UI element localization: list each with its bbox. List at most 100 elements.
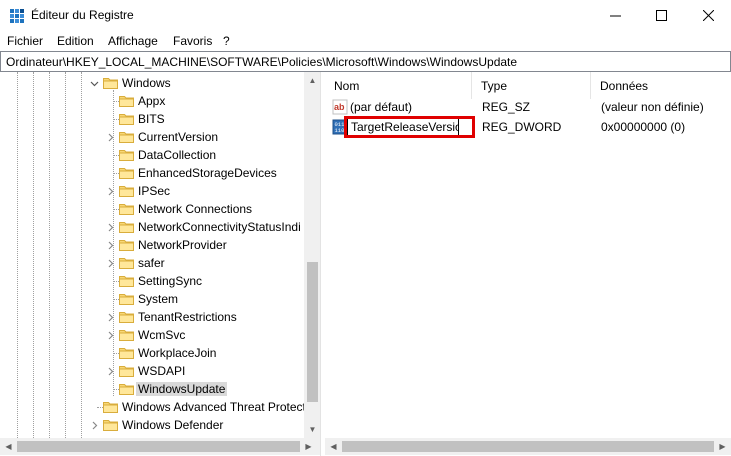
maximize-icon [655,10,667,21]
tree-item[interactable]: TenantRestrictions [0,308,304,326]
chevron-right-icon[interactable] [104,182,116,200]
tree-item-label: NetworkConnectivityStatusIndi [138,220,301,234]
registry-editor-icon [10,9,24,23]
chevron-right-icon[interactable] [104,128,116,146]
tree-item[interactable]: safer [0,254,304,272]
tree-item[interactable]: IPSec [0,182,304,200]
folder-icon [103,400,118,413]
menu-favoris[interactable]: Favoris [173,34,212,48]
value-row[interactable]: ab (par défaut) REG_SZ (valeur non défin… [325,97,731,117]
chevron-right-icon[interactable] [104,362,116,380]
tree-item-label: CurrentVersion [138,130,219,144]
value-type: REG_SZ [482,100,531,114]
menu-fichier[interactable]: Fichier [7,34,43,48]
folder-icon [119,238,134,251]
folder-icon [119,310,134,323]
scroll-down-icon[interactable]: ▼ [304,421,320,438]
chevron-right-icon[interactable] [88,416,100,434]
tree-item-label: SettingSync [138,274,203,288]
folder-icon [103,76,118,89]
scroll-thumb[interactable] [307,262,318,402]
tree-item[interactable]: WcmSvc [0,326,304,344]
menu-edition[interactable]: Edition [57,34,94,48]
chevron-right-icon[interactable] [104,326,116,344]
tree-item[interactable]: WSDAPI [0,362,304,380]
tree-vertical-scrollbar[interactable]: ▲ ▼ [304,72,320,438]
value-type: REG_DWORD [482,120,562,134]
folder-icon [119,94,134,107]
tree-item[interactable]: SettingSync [0,272,304,290]
folder-icon [119,202,134,215]
folder-icon [119,292,134,305]
scroll-left-icon[interactable]: ◀ [325,438,342,455]
tree-item-label: NetworkProvider [138,238,227,252]
address-path[interactable]: Ordinateur\HKEY_LOCAL_MACHINE\SOFTWARE\P… [6,55,517,69]
column-header-name[interactable]: Nom [325,72,472,99]
tree-item-label: WcmSvc [138,328,186,342]
tree-item[interactable]: EnhancedStorageDevices [0,164,304,182]
tree-item[interactable]: CurrentVersion [0,128,304,146]
maximize-button[interactable] [638,0,684,31]
tree-item[interactable]: System [0,290,304,308]
tree-item-label: WorkplaceJoin [138,346,217,360]
tree-item-label: safer [138,256,165,270]
scroll-right-icon[interactable]: ▶ [300,438,317,455]
tree-item-label: TenantRestrictions [138,310,237,324]
menu-help[interactable]: ? [223,34,230,48]
tree-item[interactable]: BITS [0,110,304,128]
tree-item[interactable]: WorkplaceJoin [0,344,304,362]
folder-icon [119,148,134,161]
tree-item-label: IPSec [138,184,171,198]
title-bar[interactable]: Éditeur du Registre [0,0,731,31]
values-horizontal-scrollbar[interactable]: ◀ ▶ [325,438,731,455]
chevron-right-icon[interactable] [104,236,116,254]
chevron-down-icon[interactable] [88,74,100,92]
tree-item-label: Windows [122,76,171,90]
svg-text:ab: ab [334,102,345,112]
tree-item[interactable]: WindowsUpdate [0,380,304,398]
tree-item-label: BITS [138,112,165,126]
column-header-type[interactable]: Type [472,72,591,99]
tree-item-label: System [138,292,179,306]
string-value-icon: ab [332,99,348,115]
close-icon [702,10,714,21]
chevron-right-icon[interactable] [104,308,116,326]
tree-item-label: Windows Advanced Threat Protect [122,400,304,414]
folder-icon [119,328,134,341]
tree-item-label: WindowsUpdate [136,382,228,396]
folder-icon [119,346,134,359]
tree-horizontal-scrollbar[interactable]: ◀ ▶ [0,438,320,455]
close-button[interactable] [685,0,731,31]
scroll-up-icon[interactable]: ▲ [304,72,320,89]
scroll-thumb[interactable] [342,441,714,452]
window-title: Éditeur du Registre [31,8,134,22]
tree-item[interactable]: Windows [0,74,304,92]
folder-icon [119,220,134,233]
menu-affichage[interactable]: Affichage [108,34,158,48]
address-bar[interactable]: Ordinateur\HKEY_LOCAL_MACHINE\SOFTWARE\P… [0,51,731,72]
chevron-right-icon[interactable] [104,218,116,236]
value-data: 0x00000000 (0) [601,120,686,134]
folder-icon [119,184,134,197]
folder-icon [119,382,134,395]
tree-item[interactable]: NetworkConnectivityStatusIndi [0,218,304,236]
scroll-thumb[interactable] [17,441,300,452]
tree-item[interactable]: NetworkProvider [0,236,304,254]
column-header-data[interactable]: Données [591,72,731,99]
registry-editor-window: Éditeur du Registre Fichier Edition Affi… [0,0,731,456]
tree-item[interactable]: Windows Defender [0,416,304,434]
chevron-right-icon[interactable] [104,254,116,272]
tree-item[interactable]: Network Connections [0,200,304,218]
folder-icon [119,274,134,287]
tree-item[interactable]: DataCollection [0,146,304,164]
key-tree-pane: Windows Appx BITS CurrentVersion DataCollect… [0,72,321,456]
minimize-button[interactable] [592,0,638,31]
folder-icon [119,130,134,143]
svg-text:110: 110 [335,127,345,134]
scroll-right-icon[interactable]: ▶ [714,438,731,455]
tree-item[interactable]: Appx [0,92,304,110]
tree-item-label: WSDAPI [138,364,186,378]
tree-item[interactable]: Windows Advanced Threat Protect [0,398,304,416]
scroll-left-icon[interactable]: ◀ [0,438,17,455]
folder-icon [119,166,134,179]
